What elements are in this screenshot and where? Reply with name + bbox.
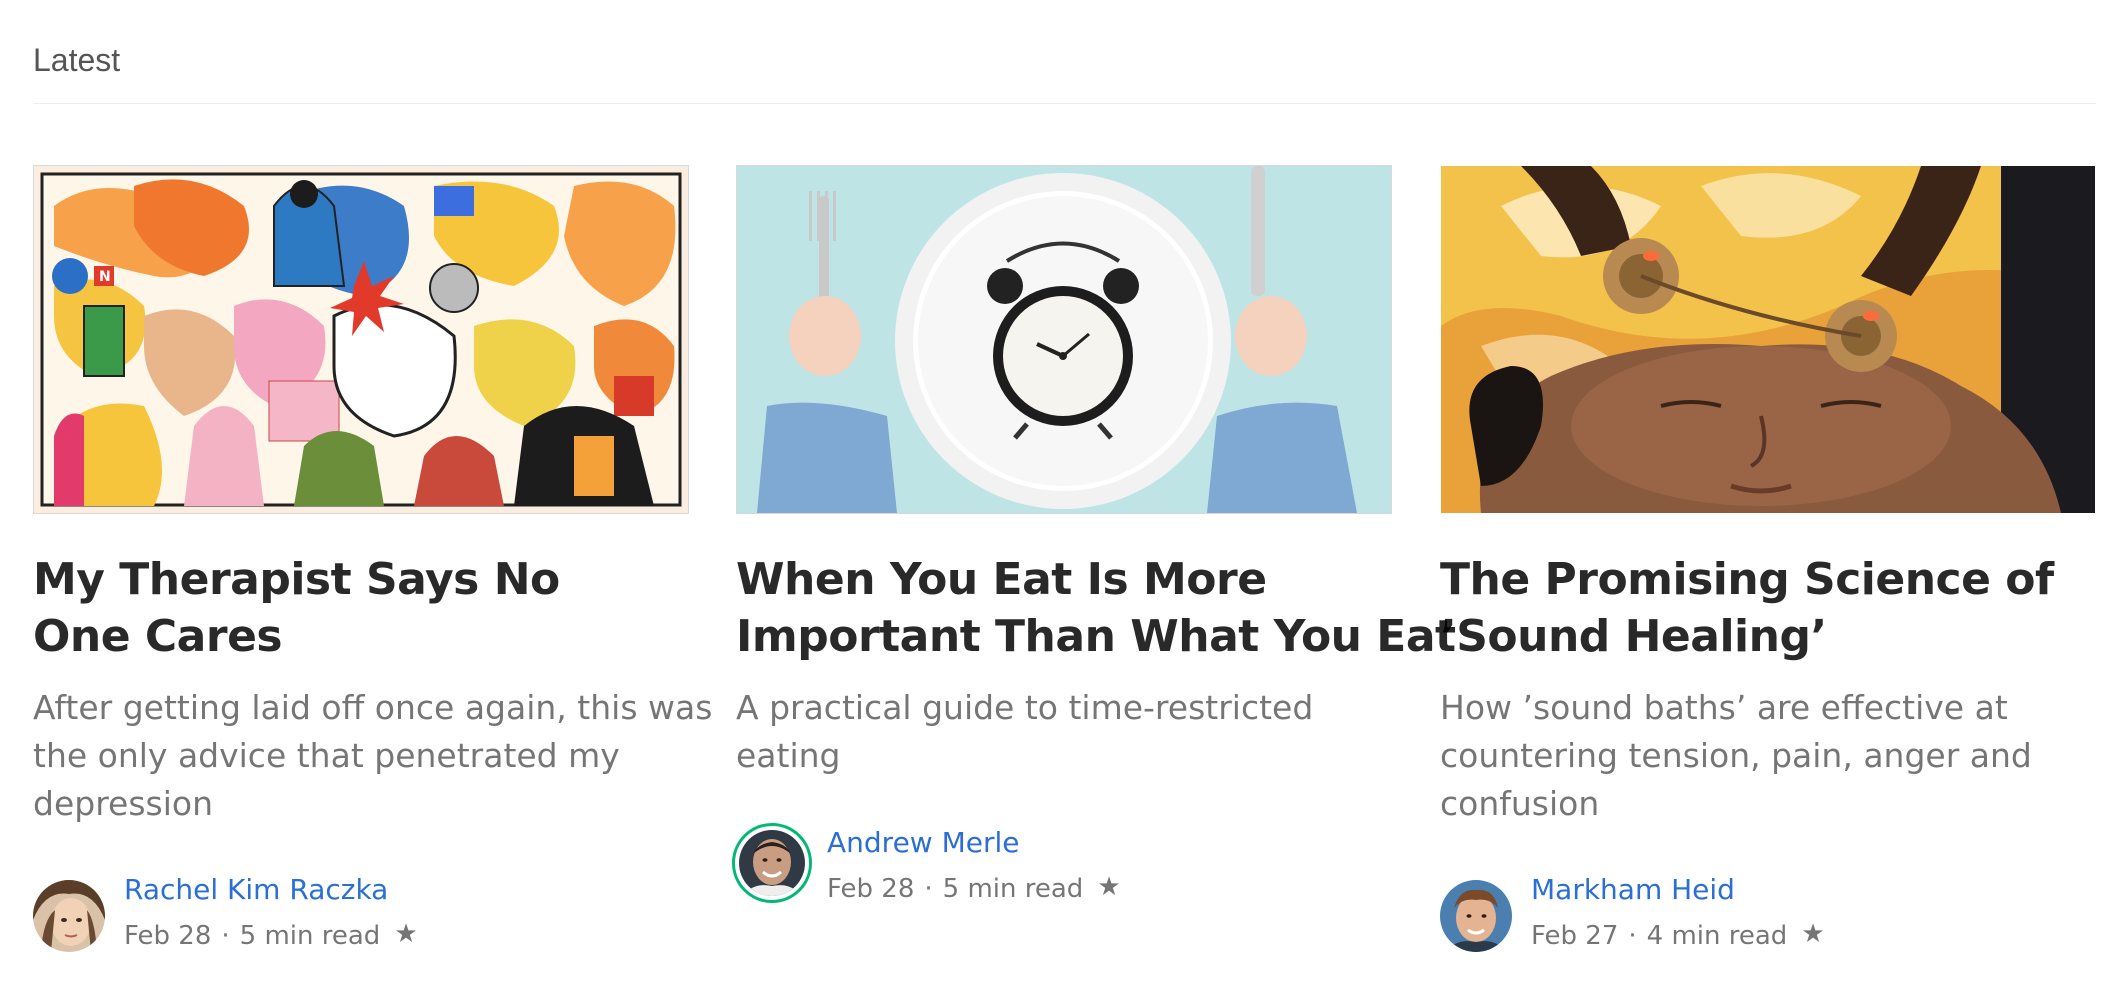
byline: Rachel Kim Raczka Feb 28 · 5 min read ★: [33, 870, 689, 952]
star-icon[interactable]: ★: [1097, 867, 1120, 907]
article-subtitle[interactable]: How ’sound baths’ are effective at count…: [1440, 684, 2100, 828]
meta-separator: ·: [221, 921, 230, 951]
author-link[interactable]: Andrew Merle: [827, 823, 1020, 863]
article-image-illustration[interactable]: N: [33, 165, 689, 514]
author-avatar[interactable]: [33, 880, 105, 952]
title-line[interactable]: One Cares: [33, 608, 693, 665]
article-card: When You Eat Is More Important Than What…: [732, 165, 1456, 904]
article-card: The Promising Science of ’Sound Healing’…: [1440, 165, 2096, 952]
author-link[interactable]: Markham Heid: [1531, 870, 1735, 910]
post-meta: Feb 28 · 5 min read ★: [124, 914, 418, 956]
read-time: 5 min read: [942, 874, 1084, 904]
section-title: Latest: [33, 42, 121, 78]
subtitle-line[interactable]: countering tension, pain, anger and: [1440, 732, 2100, 780]
star-icon[interactable]: ★: [394, 914, 417, 954]
title-line[interactable]: When You Eat Is More: [736, 551, 1396, 608]
star-icon[interactable]: ★: [1801, 914, 1824, 954]
author-avatar[interactable]: [1440, 880, 1512, 952]
article-image-clock-plate[interactable]: [736, 165, 1392, 514]
title-line[interactable]: ’Sound Healing’: [1440, 608, 2100, 665]
title-line[interactable]: The Promising Science of: [1440, 551, 2100, 608]
author-avatar-image: [739, 830, 805, 896]
article-title[interactable]: The Promising Science of ’Sound Healing’: [1440, 551, 2100, 665]
read-time: 5 min read: [239, 921, 381, 951]
post-meta: Feb 27 · 4 min read ★: [1531, 914, 1825, 956]
post-date: Feb 28: [124, 921, 212, 951]
subtitle-line[interactable]: confusion: [1440, 780, 2100, 828]
subtitle-line[interactable]: After getting laid off once again, this …: [33, 684, 712, 732]
post-date: Feb 28: [827, 874, 915, 904]
byline: Markham Heid Feb 27 · 4 min read ★: [1440, 870, 2096, 952]
subtitle-line[interactable]: the only advice that penetrated my: [33, 732, 693, 780]
byline: Andrew Merle Feb 28 · 5 min read ★: [732, 823, 1392, 904]
article-subtitle[interactable]: A practical guide to time-restricted eat…: [736, 684, 1396, 780]
section-header: Latest: [33, 0, 2096, 104]
read-time: 4 min read: [1646, 921, 1788, 951]
post-date: Feb 27: [1531, 921, 1619, 951]
svg-text:N: N: [99, 269, 111, 285]
article-title[interactable]: My Therapist Says No One Cares: [33, 551, 693, 665]
article-subtitle[interactable]: After getting laid off once again, this …: [33, 684, 712, 828]
article-card: N My Therapist Says No One Cares After g…: [33, 165, 712, 952]
article-title[interactable]: When You Eat Is More Important Than What…: [736, 551, 1456, 665]
subtitle-line[interactable]: depression: [33, 780, 693, 828]
meta-separator: ·: [1628, 921, 1637, 951]
author-link[interactable]: Rachel Kim Raczka: [124, 870, 388, 910]
title-line[interactable]: My Therapist Says No: [33, 551, 693, 608]
subtitle-line[interactable]: eating: [736, 732, 1396, 780]
title-line[interactable]: Important Than What You Eat: [736, 608, 1456, 665]
subtitle-line[interactable]: A practical guide to time-restricted: [736, 684, 1396, 732]
latest-section: Latest N My Therapist Says No One Cares …: [33, 0, 2096, 952]
post-meta: Feb 28 · 5 min read ★: [827, 867, 1121, 909]
subtitle-line[interactable]: How ’sound baths’ are effective at: [1440, 684, 2100, 732]
card-grid: N My Therapist Says No One Cares After g…: [33, 165, 2096, 965]
meta-separator: ·: [924, 874, 933, 904]
author-avatar-following[interactable]: [732, 823, 812, 903]
article-image-sound-healing[interactable]: [1440, 165, 2096, 514]
